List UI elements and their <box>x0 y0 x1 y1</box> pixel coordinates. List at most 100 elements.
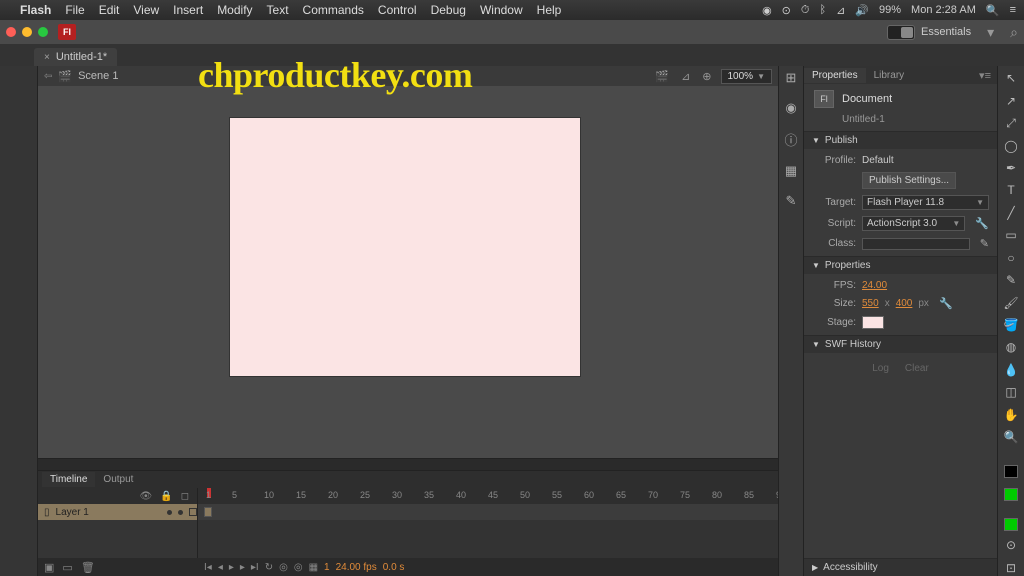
prev-frame-icon[interactable]: ◂ <box>218 562 223 573</box>
search-icon[interactable]: ⌕ <box>1010 24 1018 41</box>
layer-row[interactable]: ▯ Layer 1 <box>38 504 197 520</box>
brush-tool-icon[interactable]: 🖌 <box>1001 294 1021 310</box>
frame-track[interactable] <box>198 504 778 520</box>
color-panel-icon[interactable]: ◉ <box>785 100 796 116</box>
battery-icon[interactable]: 99% <box>879 4 901 16</box>
section-accessibility[interactable]: ▶Accessibility <box>804 559 997 576</box>
close-tab-icon[interactable]: × <box>44 52 50 63</box>
sync-icon[interactable]: ◉ <box>762 4 772 17</box>
selection-tool-icon[interactable]: ↖ <box>1001 70 1021 86</box>
workspace-menu-icon[interactable]: ▾ <box>987 24 994 41</box>
align-panel-icon[interactable]: ⊞ <box>786 70 797 86</box>
close-window-button[interactable] <box>6 27 16 37</box>
document-tab[interactable]: × Untitled-1* <box>34 48 117 66</box>
edit-multiple-icon[interactable]: ▦ <box>309 562 318 573</box>
menu-debug[interactable]: Debug <box>431 3 466 17</box>
edit-class-icon[interactable]: ✎ <box>980 237 989 250</box>
script-dropdown[interactable]: ActionScript 3.0▼ <box>862 216 965 231</box>
stage-canvas[interactable] <box>230 118 580 376</box>
oval-tool-icon[interactable]: ○ <box>1001 250 1021 266</box>
layer-lock-dot[interactable] <box>178 510 183 515</box>
menu-modify[interactable]: Modify <box>217 3 252 17</box>
tab-timeline[interactable]: Timeline <box>42 472 95 487</box>
hand-tool-icon[interactable]: ✋ <box>1001 407 1021 423</box>
timeline-ruler[interactable]: 1 5 10 15 20 25 30 35 40 45 50 55 60 65 <box>198 488 778 504</box>
clock-text[interactable]: Mon 2:28 AM <box>911 4 976 16</box>
publish-settings-button[interactable]: Publish Settings... <box>862 172 956 189</box>
class-input[interactable] <box>862 238 970 250</box>
script-settings-icon[interactable]: 🔧 <box>975 217 989 230</box>
wifi-icon[interactable]: ⊿ <box>836 4 845 17</box>
first-frame-icon[interactable]: I◂ <box>204 562 212 573</box>
snap-to-objects-icon[interactable]: ⊙ <box>1001 537 1021 553</box>
menu-edit[interactable]: Edit <box>99 3 120 17</box>
stroke-color-swatch[interactable] <box>1004 465 1018 478</box>
minimize-window-button[interactable] <box>22 27 32 37</box>
volume-icon[interactable]: 🔊 <box>855 4 869 17</box>
pencil-tool-icon[interactable]: ✎ <box>1001 272 1021 288</box>
target-dropdown[interactable]: Flash Player 11.8▼ <box>862 195 989 210</box>
menu-text[interactable]: Text <box>267 3 289 17</box>
section-swf-history[interactable]: ▼SWF History <box>804 336 997 353</box>
menu-window[interactable]: Window <box>480 3 523 17</box>
onion-skin-icon[interactable]: ◎ <box>279 562 288 573</box>
menu-control[interactable]: Control <box>378 3 417 17</box>
zoom-dropdown[interactable]: 100% ▼ <box>721 69 773 84</box>
options-icon[interactable]: ⊡ <box>1001 560 1021 576</box>
swf-log-button[interactable]: Log <box>872 363 889 374</box>
subselection-tool-icon[interactable]: ↗ <box>1001 92 1021 108</box>
bluetooth-icon[interactable]: ᛒ <box>819 4 826 16</box>
tab-library[interactable]: Library <box>866 68 913 83</box>
back-icon[interactable]: ⇦ <box>44 71 52 82</box>
clock-icon[interactable]: ⏱ <box>801 4 810 17</box>
loop-icon[interactable]: ↻ <box>265 562 273 573</box>
fill-color-swatch[interactable] <box>1004 488 1018 501</box>
notifications-icon[interactable]: ≡ <box>1010 4 1016 16</box>
edit-scene-icon[interactable]: 🎬 <box>655 70 669 83</box>
swf-clear-button[interactable]: Clear <box>905 363 929 374</box>
new-layer-icon[interactable]: ▣ <box>44 561 54 574</box>
horizontal-scrollbar[interactable] <box>38 458 778 470</box>
layer-name[interactable]: Layer 1 <box>56 507 89 518</box>
paint-bucket-tool-icon[interactable]: 🪣 <box>1001 317 1021 333</box>
center-stage-icon[interactable]: ⊕ <box>702 70 711 83</box>
timemachine-icon[interactable]: ⊙ <box>782 4 791 17</box>
document-settings-icon[interactable]: 🔧 <box>939 297 953 310</box>
section-properties[interactable]: ▼Properties <box>804 257 997 274</box>
transform-panel-icon[interactable]: ▦ <box>785 163 797 179</box>
menu-app[interactable]: Flash <box>20 3 51 17</box>
stage-color-swatch[interactable] <box>862 316 884 329</box>
free-transform-tool-icon[interactable]: ⤢ <box>1001 115 1021 131</box>
sync-settings-toggle[interactable] <box>887 25 915 40</box>
last-frame-icon[interactable]: ▸I <box>251 562 259 573</box>
workspace-switcher[interactable]: Essentials <box>921 26 971 38</box>
next-frame-icon[interactable]: ▸ <box>240 562 245 573</box>
swap-colors-icon[interactable] <box>1004 518 1018 531</box>
scene-label[interactable]: Scene 1 <box>78 70 118 82</box>
swatches-panel-icon[interactable]: ✎ <box>786 193 797 209</box>
menu-help[interactable]: Help <box>537 3 562 17</box>
layer-outline-swatch[interactable] <box>189 508 197 516</box>
outline-column-icon[interactable]: ◻ <box>181 491 189 502</box>
edit-symbol-icon[interactable]: ⊿ <box>681 70 690 83</box>
zoom-tool-icon[interactable]: 🔍 <box>1001 429 1021 445</box>
layer-visibility-dot[interactable] <box>167 510 172 515</box>
panel-menu-icon[interactable]: ▾≡ <box>979 69 997 82</box>
menu-insert[interactable]: Insert <box>173 3 203 17</box>
ink-bottle-tool-icon[interactable]: ◍ <box>1001 339 1021 355</box>
lock-column-icon[interactable]: 🔒 <box>160 491 172 502</box>
section-publish[interactable]: ▼Publish <box>804 132 997 149</box>
tab-properties[interactable]: Properties <box>804 68 866 83</box>
rectangle-tool-icon[interactable]: ▭ <box>1001 227 1021 243</box>
width-value[interactable]: 550 <box>862 298 879 309</box>
height-value[interactable]: 400 <box>896 298 913 309</box>
fps-value[interactable]: 24.00 <box>862 280 887 291</box>
play-icon[interactable]: ▸ <box>229 562 234 573</box>
new-folder-icon[interactable]: ▭ <box>62 561 72 574</box>
keyframe-icon[interactable] <box>204 507 212 517</box>
eraser-tool-icon[interactable]: ◫ <box>1001 384 1021 400</box>
text-tool-icon[interactable]: T <box>1001 182 1021 198</box>
onion-outline-icon[interactable]: ◎ <box>294 562 303 573</box>
delete-layer-icon[interactable]: 🗑 <box>81 561 95 574</box>
eyedropper-tool-icon[interactable]: 💧 <box>1001 362 1021 378</box>
